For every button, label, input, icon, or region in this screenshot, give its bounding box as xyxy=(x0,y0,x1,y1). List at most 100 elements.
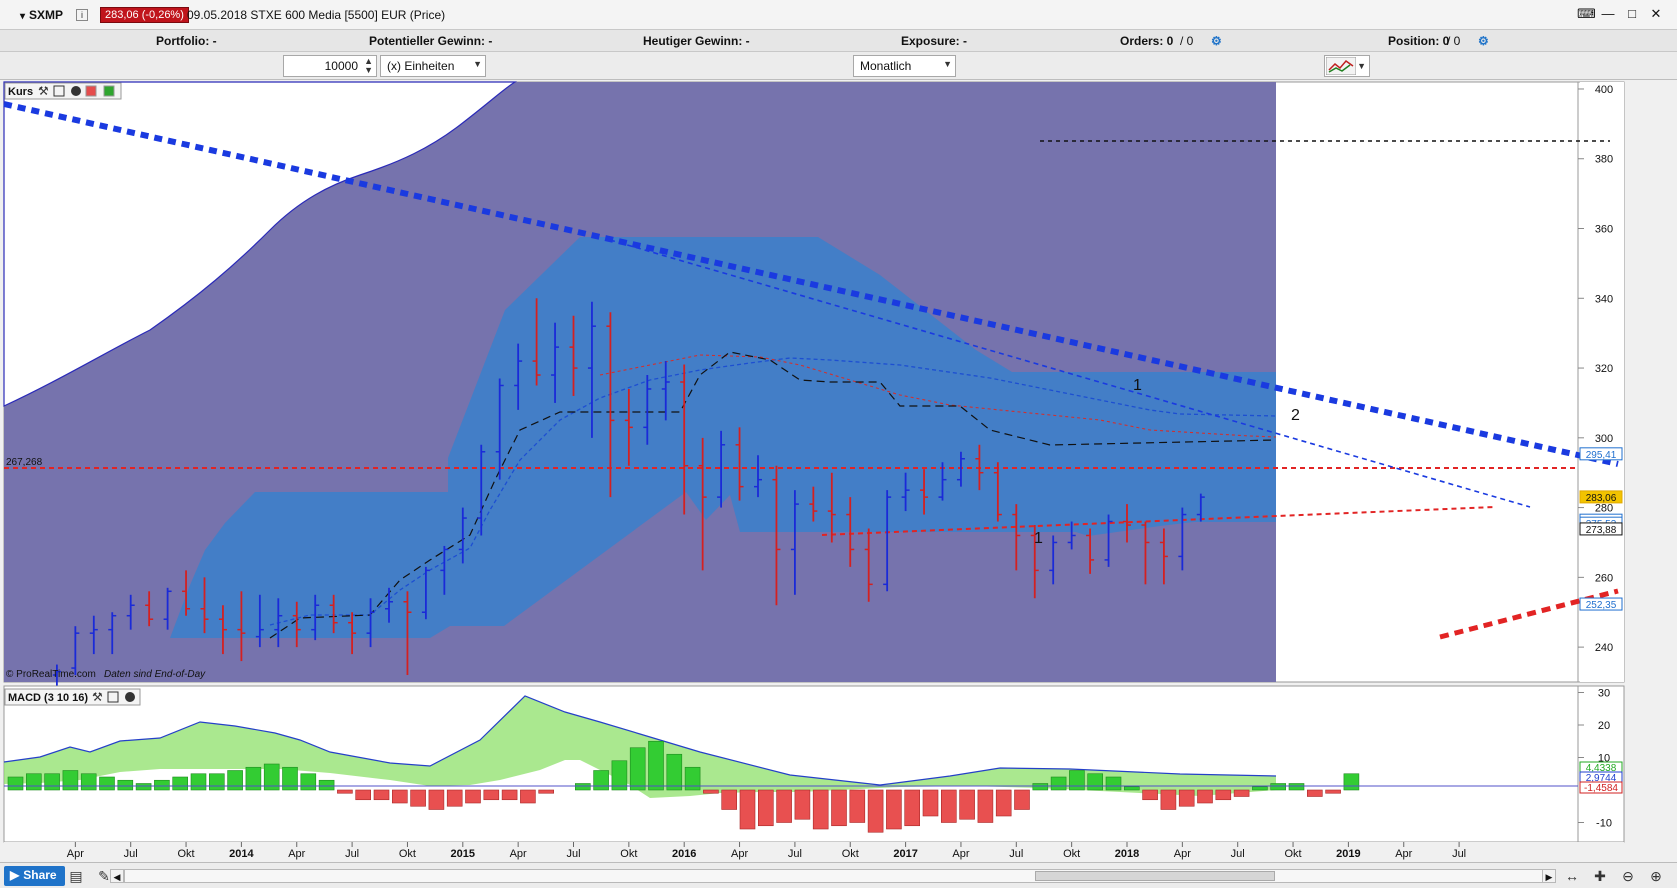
macd-histogram-bar xyxy=(1124,786,1140,791)
chart-area: 240 260 280 300 320 340 360 380 400 267,268 1 1 … xyxy=(0,80,1677,862)
keyboard-icon[interactable]: ⌨ xyxy=(1577,7,1596,21)
macd-histogram-bar xyxy=(501,789,518,801)
price-label-text: 273,88 xyxy=(1586,525,1617,536)
period-value: Monatlich xyxy=(860,59,912,73)
date-tick-label: Okt xyxy=(399,848,416,860)
quantity-stepper[interactable]: 10000 ▲ ▼ xyxy=(283,55,377,77)
close-circle-icon[interactable] xyxy=(125,692,135,702)
macd-histogram-bar xyxy=(593,770,609,791)
macd-histogram-bar xyxy=(245,766,262,791)
units-value: (x) Einheiten xyxy=(387,59,455,73)
annotation-1-bottom: 1 xyxy=(1034,530,1043,547)
macd-histogram-bar xyxy=(538,789,555,794)
macd-histogram-bar xyxy=(1197,789,1213,804)
macd-histogram-bar xyxy=(190,773,207,791)
chart-svg[interactable]: 240260280300320340360380400 267,268 1 1 … xyxy=(0,80,1677,862)
macd-histogram-bar xyxy=(446,789,463,807)
info-icon[interactable]: i xyxy=(76,9,88,21)
orders-settings-icon[interactable]: ⚙ xyxy=(1211,34,1222,48)
date-tick-label: Okt xyxy=(620,848,637,860)
scroll-thumb[interactable] xyxy=(1035,871,1275,881)
share-button[interactable]: ▶ Share xyxy=(4,866,65,886)
date-tick-label: Jul xyxy=(1452,848,1466,860)
bottom-toolbar: ▶ Share ▤ ✎ ◀ ▶ ↔ ✚ ⊖ ⊕ xyxy=(0,862,1677,888)
macd-histogram-bar xyxy=(117,779,134,791)
macd-histogram-bar xyxy=(904,789,921,827)
macd-histogram-bar xyxy=(1014,789,1030,810)
orders-label: Orders: 0 xyxy=(1120,34,1174,48)
price-tick-label: 320 xyxy=(1595,363,1613,375)
chevron-down-icon: ▼ xyxy=(943,59,952,69)
date-tick-label: Jul xyxy=(566,848,580,860)
date-tick-label: Apr xyxy=(731,848,748,860)
price-panel-label: Kurs xyxy=(8,86,33,98)
macd-histogram-bar xyxy=(977,789,994,823)
period-select[interactable]: Monatlich ▼ xyxy=(853,55,956,77)
macd-histogram-bar xyxy=(1160,789,1177,810)
macd-histogram-bar xyxy=(794,789,811,820)
macd-histogram-bar xyxy=(666,753,683,791)
price-tick-label: 340 xyxy=(1595,293,1613,305)
macd-histogram-bar xyxy=(1288,783,1305,791)
move-down-icon[interactable] xyxy=(85,85,97,97)
macd-tick-label: 20 xyxy=(1598,720,1610,732)
zoom-out-icon[interactable]: ⊖ xyxy=(1618,866,1638,886)
macd-histogram-bar xyxy=(318,779,335,791)
date-tick-label: Jul xyxy=(788,848,802,860)
macd-tick-label: -10 xyxy=(1596,818,1612,830)
price-tick-label: 360 xyxy=(1595,224,1613,236)
macd-label-tags: 4,43382,9744-1,4584 xyxy=(1579,761,1623,794)
macd-histogram-bar xyxy=(1032,783,1049,791)
close-icon[interactable]: ✕ xyxy=(1649,7,1663,21)
macd-histogram-bar xyxy=(1325,789,1341,794)
chart-type-button[interactable]: ▼ xyxy=(1324,55,1370,77)
minimize-icon[interactable]: — xyxy=(1601,7,1615,21)
macd-histogram-bar xyxy=(25,773,42,791)
crosshair-icon[interactable]: ✚ xyxy=(1590,866,1610,886)
chart-type-icon xyxy=(1325,56,1357,76)
today-gain-label: Heutiger Gewinn: - xyxy=(643,34,750,48)
price-tick-label: 260 xyxy=(1595,572,1613,584)
macd-histogram-bar xyxy=(1343,773,1360,791)
date-tick-label: Jul xyxy=(124,848,138,860)
macd-histogram-bar xyxy=(721,789,738,810)
position-settings-icon[interactable]: ⚙ xyxy=(1478,34,1489,48)
macd-histogram-bar xyxy=(483,789,500,801)
price-label-text: 252,35 xyxy=(1586,600,1617,611)
date-tick-label: 2016 xyxy=(672,848,696,860)
maximize-icon[interactable]: □ xyxy=(1625,7,1639,21)
macd-histogram-bar xyxy=(520,789,536,804)
share-icon: ▶ xyxy=(10,868,20,882)
wrench-icon[interactable]: ⚒ xyxy=(92,690,103,704)
position-total: / 0 xyxy=(1447,34,1461,48)
macd-histogram-bar xyxy=(428,789,445,810)
indicator-icon[interactable]: ▤ xyxy=(66,866,86,886)
date-tick-label: 2017 xyxy=(893,848,917,860)
annotation-1-top: 1 xyxy=(1133,377,1142,394)
macd-histogram-bar xyxy=(1270,783,1286,791)
macd-histogram-bar xyxy=(849,789,866,823)
close-circle-icon[interactable] xyxy=(71,86,81,96)
macd-histogram-bar xyxy=(1252,786,1268,791)
wrench-icon[interactable]: ⚒ xyxy=(38,84,49,98)
zoom-in-icon[interactable]: ⊕ xyxy=(1646,866,1666,886)
scroll-left-arrow[interactable]: ◀ xyxy=(110,869,124,883)
fit-icon[interactable]: ↔ xyxy=(1562,866,1582,886)
macd-histogram-bar xyxy=(172,776,188,791)
date-tick-label: 2014 xyxy=(229,848,254,860)
macd-histogram-bar xyxy=(80,773,97,791)
stepper-arrows-icon[interactable]: ▲ ▼ xyxy=(364,57,373,75)
horizontal-scrollbar[interactable] xyxy=(124,869,1554,883)
macd-histogram-bar xyxy=(209,773,225,791)
units-select[interactable]: (x) Einheiten ▼ xyxy=(380,55,486,77)
macd-histogram-bar xyxy=(995,789,1012,817)
move-up-icon[interactable] xyxy=(103,85,115,97)
macd-histogram-bar xyxy=(1069,770,1085,791)
macd-label-text: -1,4584 xyxy=(1584,783,1618,794)
price-tick-label: 280 xyxy=(1595,503,1613,515)
instrument-description: 09.05.2018 STXE 600 Media [5500] EUR (Pr… xyxy=(187,8,446,22)
scroll-right-arrow[interactable]: ▶ xyxy=(1542,869,1556,883)
symbol-selector[interactable]: SXMP xyxy=(20,8,63,22)
macd-histogram-bar xyxy=(227,770,243,791)
macd-histogram-bar xyxy=(1087,773,1103,791)
